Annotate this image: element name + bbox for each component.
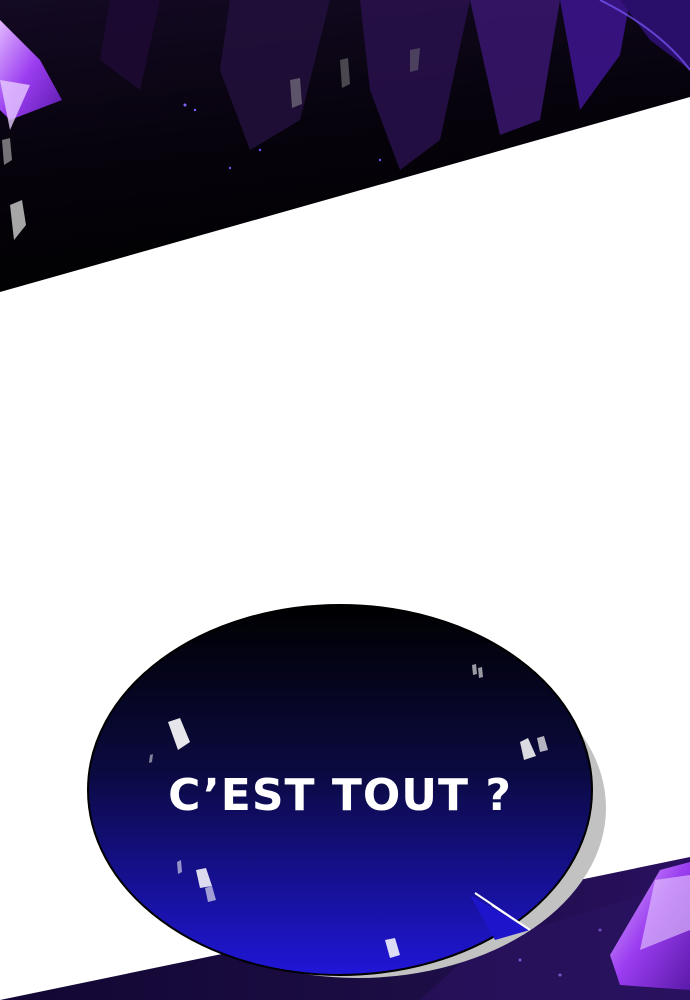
comic-artwork bbox=[0, 0, 690, 1000]
comic-page: C’EST TOUT ? bbox=[0, 0, 690, 1000]
top-panel bbox=[0, 0, 690, 292]
speech-bubble-text: C’EST TOUT ? bbox=[168, 769, 512, 821]
